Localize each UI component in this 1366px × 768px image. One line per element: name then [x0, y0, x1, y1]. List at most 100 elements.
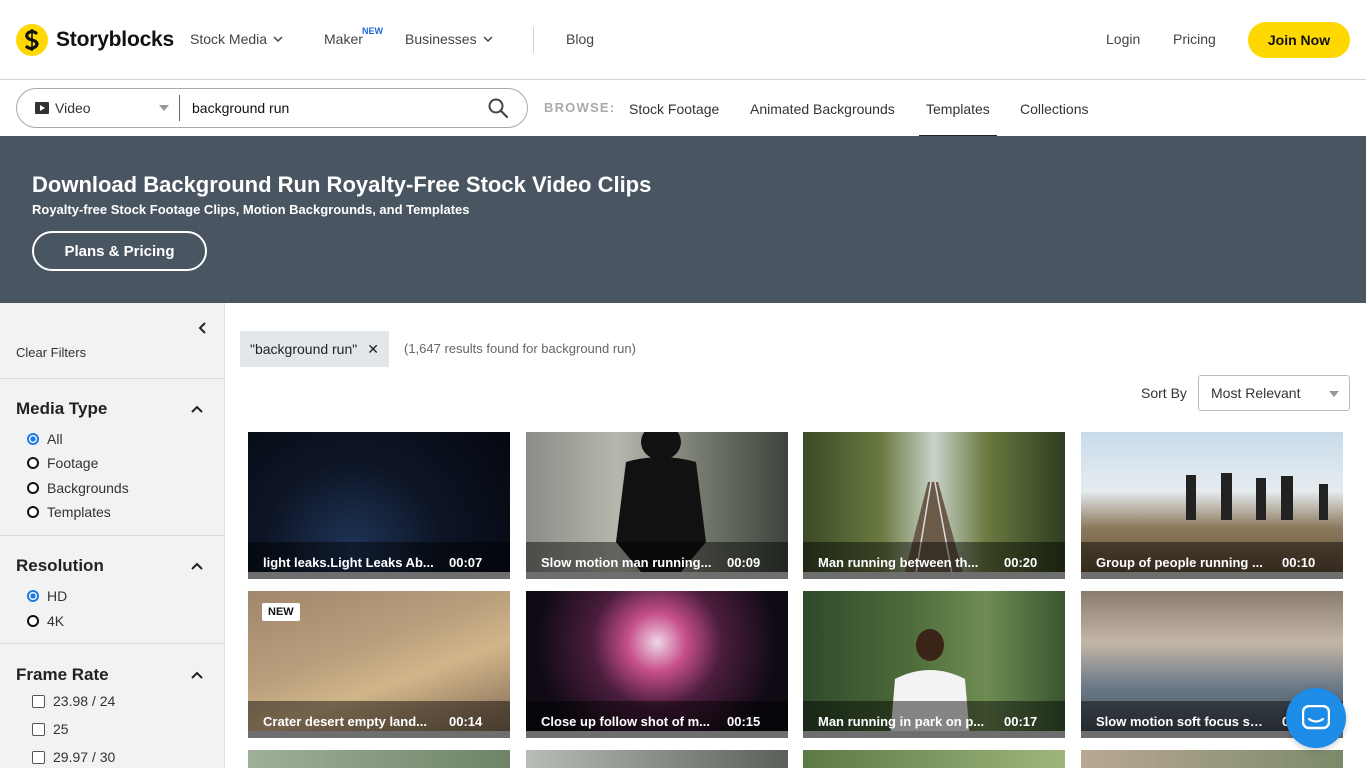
close-icon[interactable]: ✕	[367, 341, 379, 358]
video-title: Slow motion soft focus sh...	[1096, 714, 1268, 729]
radio-label: Backgrounds	[47, 480, 129, 496]
checkbox	[32, 722, 45, 736]
login-link[interactable]: Login	[1106, 31, 1140, 47]
radio	[27, 482, 39, 494]
video-thumbnail[interactable]	[1081, 750, 1343, 768]
video-duration: 00:17	[1004, 714, 1038, 729]
radio-selected	[27, 590, 39, 602]
logo-text: Storyblocks	[56, 28, 175, 51]
hero-banner: Download Background Run Royalty-Free Sto…	[0, 136, 1366, 303]
preview-bar	[248, 731, 510, 738]
divider	[0, 378, 224, 379]
radio-label: Footage	[47, 455, 99, 471]
radio-label: 4K	[47, 613, 65, 629]
video-thumbnail[interactable]	[526, 750, 788, 768]
video-thumbnail[interactable]	[248, 750, 510, 768]
plans-pricing-button[interactable]: Plans & Pricing	[32, 231, 207, 271]
media-type-backgrounds[interactable]: Backgrounds	[27, 480, 129, 496]
new-badge: NEW	[262, 603, 300, 621]
caret-down-icon	[1329, 391, 1339, 397]
chevron-up-icon[interactable]	[190, 402, 204, 416]
search-icon[interactable]	[487, 97, 509, 119]
browse-templates[interactable]: Templates	[926, 101, 990, 117]
media-type-label: Video	[55, 100, 91, 116]
media-type-heading: Media Type	[16, 399, 108, 418]
chevron-down-icon	[483, 36, 493, 43]
nav-maker-label: Maker	[324, 31, 363, 47]
video-duration: 00:14	[449, 714, 483, 729]
media-type-templates[interactable]: Templates	[27, 504, 111, 520]
radio-label: All	[47, 431, 63, 447]
video-title: Close up follow shot of m...	[541, 714, 710, 729]
video-thumbnail[interactable]: Man running in park on p... 00:17	[803, 591, 1065, 738]
media-type-all[interactable]: All	[27, 431, 63, 447]
checkbox	[32, 694, 45, 708]
browse-animated-backgrounds[interactable]: Animated Backgrounds	[750, 101, 895, 117]
video-thumbnail[interactable]: Man running between th... 00:20	[803, 432, 1065, 579]
frame-rate-heading: Frame Rate	[16, 665, 109, 684]
radio	[27, 615, 39, 627]
divider	[0, 643, 224, 644]
join-now-button[interactable]: Join Now	[1248, 22, 1350, 58]
preview-bar	[803, 731, 1065, 738]
page-subtitle: Royalty-free Stock Footage Clips, Motion…	[32, 202, 470, 217]
browse-label: BROWSE:	[544, 100, 616, 115]
caret-down-icon	[159, 105, 169, 111]
video-duration: 00:15	[727, 714, 761, 729]
nav-blog[interactable]: Blog	[566, 31, 594, 47]
preview-bar	[526, 731, 788, 738]
checkbox	[32, 750, 45, 764]
resolution-4k[interactable]: 4K	[27, 613, 64, 629]
resolution-hd[interactable]: HD	[27, 588, 67, 604]
top-navigation: Storyblocks Stock Media Maker NEW Busine…	[0, 0, 1366, 80]
media-type-footage[interactable]: Footage	[27, 455, 98, 471]
nav-stock-media-label: Stock Media	[190, 31, 268, 47]
chip-label: "background run"	[250, 341, 358, 357]
sort-select[interactable]: Most Relevant	[1198, 375, 1350, 411]
nav-maker[interactable]: Maker NEW	[324, 26, 383, 47]
video-duration: 00:20	[1004, 555, 1038, 570]
radio	[27, 457, 39, 469]
video-thumbnail[interactable]	[803, 750, 1065, 768]
search-row: Video BROWSE: Stock Footage Animated Bac…	[0, 80, 1366, 136]
video-thumbnail[interactable]: Close up follow shot of m... 00:15	[526, 591, 788, 738]
divider	[0, 535, 224, 536]
chevron-down-icon	[273, 36, 283, 43]
nav-divider	[533, 27, 534, 53]
result-count: (1,647 results found for background run)	[404, 341, 636, 356]
clear-filters-link[interactable]: Clear Filters	[16, 345, 86, 360]
nav-stock-media[interactable]: Stock Media	[190, 31, 283, 47]
media-type-select[interactable]: Video	[17, 89, 179, 127]
video-title: Slow motion man running...	[541, 555, 712, 570]
video-duration: 00:09	[727, 555, 761, 570]
chat-support-button[interactable]	[1286, 688, 1346, 748]
logo-badge-icon	[16, 24, 48, 56]
chevron-up-icon[interactable]	[190, 559, 204, 573]
video-icon	[35, 102, 49, 114]
radio-selected	[27, 433, 39, 445]
chevron-up-icon[interactable]	[190, 668, 204, 682]
chevron-left-icon[interactable]	[196, 321, 210, 335]
storyblocks-logo[interactable]: Storyblocks	[16, 24, 174, 56]
video-thumbnail[interactable]: light leaks.Light Leaks Ab... 00:07	[248, 432, 510, 579]
browse-stock-footage[interactable]: Stock Footage	[629, 101, 719, 117]
search-box: Video	[16, 88, 528, 128]
pricing-link[interactable]: Pricing	[1173, 31, 1216, 47]
group-silhouette	[1186, 473, 1328, 520]
chat-icon	[1302, 705, 1330, 730]
browse-collections[interactable]: Collections	[1020, 101, 1088, 117]
video-thumbnail[interactable]: Slow motion man running... 00:09	[526, 432, 788, 579]
video-thumbnail[interactable]: Group of people running ... 00:10	[1081, 432, 1343, 579]
search-input[interactable]	[180, 100, 487, 116]
nav-businesses-label: Businesses	[405, 31, 477, 47]
video-thumbnail[interactable]: NEW Crater desert empty land... 00:14	[248, 591, 510, 738]
radio-label: Templates	[47, 504, 111, 520]
video-duration: 00:07	[449, 555, 483, 570]
nav-businesses[interactable]: Businesses	[405, 31, 493, 47]
frame-rate-24[interactable]: 23.98 / 24	[32, 693, 115, 709]
frame-rate-25[interactable]: 25	[32, 721, 69, 737]
frame-rate-30[interactable]: 29.97 / 30	[32, 749, 115, 765]
search-term-chip[interactable]: "background run" ✕	[240, 331, 389, 367]
video-duration: 00:10	[1282, 555, 1316, 570]
radio	[27, 506, 39, 518]
